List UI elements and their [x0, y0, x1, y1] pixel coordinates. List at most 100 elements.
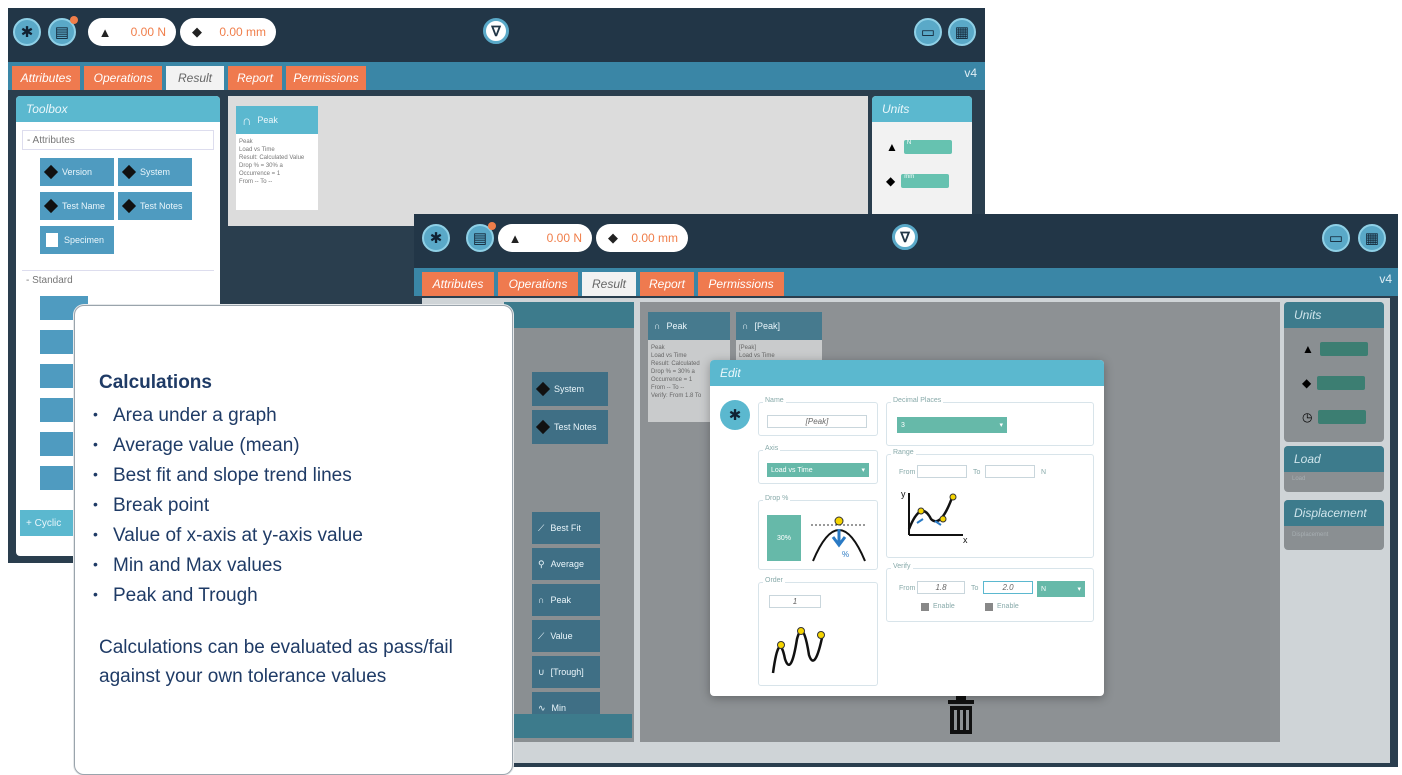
enable-to-checkbox[interactable]	[985, 603, 993, 611]
standard-section-header[interactable]: - Standard	[22, 270, 214, 290]
monitor-button[interactable]: ▭	[1322, 224, 1350, 252]
units-title: Units	[1284, 302, 1384, 328]
displacement-unit-select[interactable]: mm	[901, 174, 950, 188]
verify-unit-select[interactable]: N ▾	[1037, 581, 1085, 597]
monitor-button[interactable]: ▭	[914, 18, 942, 46]
run-test-button[interactable]: ✱	[422, 224, 450, 252]
weight-icon: ▲	[886, 140, 898, 154]
weight-icon: ▲	[1302, 342, 1314, 356]
name-fieldset: Name [Peak]	[758, 397, 878, 436]
tab-report[interactable]: Report	[640, 272, 694, 296]
units-title: Units	[872, 96, 972, 122]
force-unit-row: ▲ N	[886, 140, 952, 154]
range-fieldset: Range From To N y x	[886, 449, 1094, 558]
cyclic-section-header[interactable]: + Cyclic	[20, 510, 80, 536]
tab-report[interactable]: Report	[228, 66, 282, 90]
peak-card[interactable]: ∩ Peak	[532, 584, 600, 616]
tab-operations[interactable]: Operations	[84, 66, 162, 90]
tab-permissions[interactable]: Permissions	[286, 66, 366, 90]
system-card[interactable]: System	[532, 372, 608, 406]
notification-dot	[488, 222, 496, 230]
specimen-card[interactable]: Specimen	[40, 226, 114, 254]
chevron-down-icon: ▾	[1077, 586, 1081, 593]
best-fit-card[interactable]: ⟋ Best Fit	[532, 512, 600, 544]
displacement-unit-row: ◆	[1302, 376, 1366, 390]
value-card[interactable]: ⟋ Value	[532, 620, 600, 652]
tab-permissions[interactable]: Permissions	[698, 272, 784, 296]
units-panel: Units ▲ N ◆ mm	[872, 96, 972, 226]
peak2-card-details: [Peak] Load vs Time	[739, 345, 775, 359]
system-card[interactable]: System	[118, 158, 192, 186]
tag-icon	[43, 164, 59, 180]
tab-result[interactable]: Result	[582, 272, 636, 296]
top-bar: ✱ ▤ ▲ 0.00 N ◆ 0.00 mm ∇ ▭ ▦	[8, 8, 985, 62]
run-test-button[interactable]: ✱	[13, 18, 41, 46]
version-label: v4	[964, 66, 977, 80]
attributes-section-header[interactable]: - Attributes	[22, 130, 214, 150]
decimal-places-select[interactable]: 3 ▾	[897, 417, 1007, 433]
list-item: Average value (mean)	[93, 430, 363, 460]
axis-select[interactable]: Load vs Time ▾	[767, 463, 869, 477]
trash-icon[interactable]	[946, 696, 976, 736]
calendar-button[interactable]: ▦	[948, 18, 976, 46]
app-logo: ∇	[483, 18, 509, 44]
tab-result[interactable]: Result	[166, 66, 224, 90]
order-input[interactable]: 1	[769, 595, 821, 608]
ruler-icon: ◆	[886, 174, 896, 188]
tag-icon	[121, 198, 137, 214]
force-unit-select[interactable]: N	[903, 140, 952, 154]
load-value: Load	[1292, 476, 1306, 482]
peak-card-header: ∩ Peak	[236, 106, 318, 134]
axis-fieldset: Axis Load vs Time ▾	[758, 445, 878, 484]
weight-icon: ▲	[98, 24, 112, 40]
edit-dialog-title: Edit	[720, 366, 741, 380]
peak-curve-icon: ∩	[742, 321, 749, 331]
edit-dialog: Edit ✱ Name [Peak] Axis Load vs Time ▾ D…	[710, 360, 1104, 696]
tab-operations[interactable]: Operations	[498, 272, 578, 296]
test-notes-card[interactable]: Test Notes	[118, 192, 192, 220]
edit-dialog-header: Edit	[710, 360, 1104, 386]
specimen-icon	[46, 233, 58, 247]
svg-text:%: %	[842, 550, 849, 559]
average-card[interactable]: ⚲ Average	[532, 548, 600, 580]
callout-heading: Calculations	[99, 372, 212, 393]
tab-attributes[interactable]: Attributes	[422, 272, 494, 296]
test-notes-card[interactable]: Test Notes	[532, 410, 608, 444]
drop-fieldset: Drop % 30% %	[758, 495, 878, 570]
ruler-icon: ◆	[192, 24, 202, 39]
peak-result-card[interactable]: ∩ Peak Peak Load vs Time Result: Calcula…	[236, 106, 318, 210]
value-icon: ⟋	[538, 630, 545, 641]
peak-curve-icon: ∩	[538, 595, 545, 605]
verify-to-input[interactable]: 2.0	[983, 581, 1033, 594]
enable-from-checkbox[interactable]	[921, 603, 929, 611]
name-input[interactable]: [Peak]	[767, 415, 867, 428]
tab-attributes[interactable]: Attributes	[12, 66, 80, 90]
displacement-readout: ◆ 0.00 mm	[596, 224, 688, 252]
notification-dot	[70, 16, 78, 24]
load-panel: Load Load	[1284, 446, 1384, 492]
drop-diagram-icon: %	[811, 516, 867, 562]
range-to-input[interactable]	[985, 465, 1035, 478]
calculations-list: Area under a graph Average value (mean) …	[93, 400, 363, 610]
verify-fieldset: Verify From 1.8 To 2.0 N ▾ Enable Enable	[886, 563, 1094, 622]
drop-percent-input[interactable]: 30%	[767, 515, 801, 561]
result-area	[228, 96, 868, 226]
calendar-button[interactable]: ▦	[1358, 224, 1386, 252]
front-app-window: ✱ ▤ ▲ 0.00 N ◆ 0.00 mm ∇ ▭ ▦ Attributes …	[414, 214, 1398, 767]
time-unit-select[interactable]	[1318, 410, 1367, 424]
range-from-input[interactable]	[917, 465, 967, 478]
displacement-unit-select[interactable]	[1317, 376, 1366, 390]
toolbox-header	[504, 302, 634, 328]
trend-icon: ⟋	[538, 522, 545, 533]
peak-curve-icon: ∩	[654, 321, 661, 331]
force-unit-select[interactable]	[1319, 342, 1368, 356]
peak-card-header: ∩ Peak	[648, 312, 730, 340]
version-card[interactable]: Version	[40, 158, 114, 186]
chevron-down-icon: ▾	[861, 467, 865, 474]
verify-from-input[interactable]: 1.8	[917, 581, 965, 594]
range-diagram-icon: y x	[901, 489, 968, 545]
test-name-card[interactable]: Test Name	[40, 192, 114, 220]
trough-curve-icon: ∪	[538, 666, 545, 677]
trough-card[interactable]: ∪ [Trough]	[532, 656, 600, 688]
version-label: v4	[1379, 272, 1392, 286]
